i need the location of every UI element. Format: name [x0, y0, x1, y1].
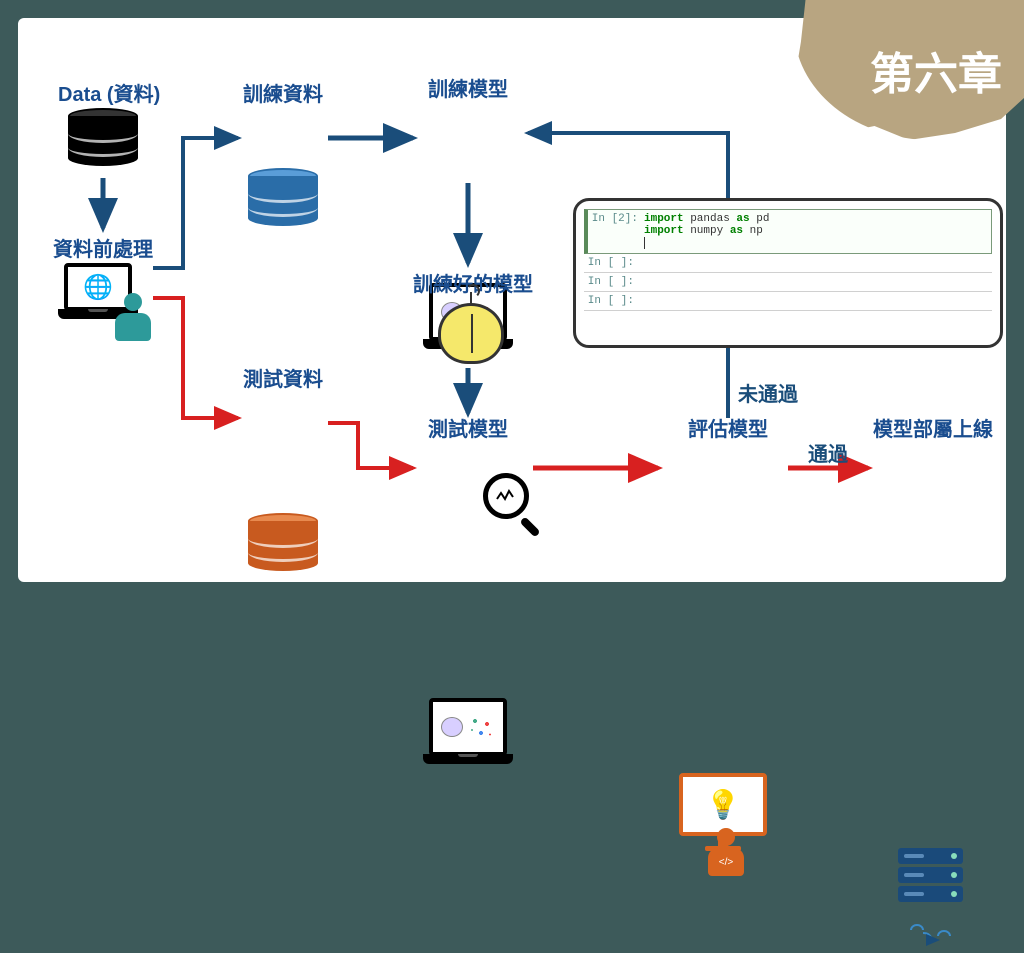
eval-model-icon: 💡 </>	[678, 773, 768, 848]
jupyter-inset: In [2]: import pandas as pd import numpy…	[573, 198, 1003, 348]
magnifier-icon	[483, 473, 533, 523]
server-icon	[898, 848, 963, 923]
database-icon-source	[68, 108, 138, 168]
label-train-model: 訓練模型	[428, 73, 508, 102]
cell-prompt: In [ ]:	[584, 295, 640, 307]
code-cell[interactable]: In [ ]:	[584, 273, 992, 292]
label-pass: 通過	[808, 438, 848, 467]
code-cell[interactable]: In [ ]:	[584, 292, 992, 311]
database-icon-train	[248, 168, 318, 228]
label-test-model: 測試模型	[428, 413, 508, 442]
database-icon-test	[248, 513, 318, 573]
code-cell[interactable]: In [2]: import pandas as pd import numpy…	[584, 209, 992, 254]
label-deploy: 模型部屬上線	[873, 413, 993, 442]
label-train-data: 訓練資料	[243, 78, 323, 107]
cell-prompt: In [ ]:	[584, 257, 640, 269]
cell-prompt: In [ ]:	[584, 276, 640, 288]
label-eval-model: 評估模型	[688, 413, 768, 442]
code-cell[interactable]: In [ ]:	[584, 254, 992, 273]
brain-icon	[438, 303, 504, 364]
label-preprocess: 資料前處理	[53, 233, 153, 262]
label-test-data: 測試資料	[243, 363, 323, 392]
cell-content: import pandas as pd import numpy as np	[644, 213, 769, 250]
label-data: Data (資料)	[58, 78, 160, 107]
test-model-icon	[423, 698, 513, 773]
chapter-title: 第六章	[870, 38, 1002, 102]
cell-prompt: In [2]:	[588, 213, 644, 250]
label-not-pass: 未通過	[738, 378, 798, 407]
preprocess-icon: 🌐	[58, 263, 138, 338]
